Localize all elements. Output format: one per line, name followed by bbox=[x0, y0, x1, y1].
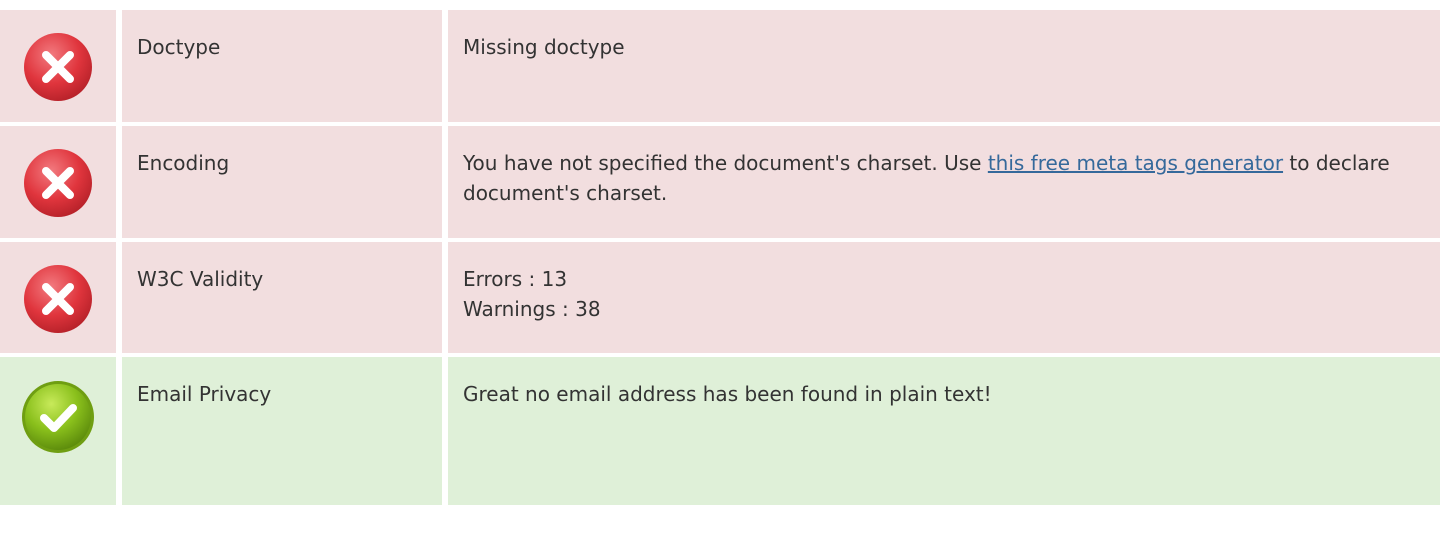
check-row-doctype: Doctype Missing doctype bbox=[0, 10, 1440, 122]
check-name: W3C Validity bbox=[122, 242, 442, 353]
error-x-icon bbox=[23, 148, 93, 238]
status-cell bbox=[0, 126, 116, 238]
check-row-w3c-validity: W3C Validity Errors : 13 Warnings : 38 bbox=[0, 242, 1440, 353]
success-check-icon bbox=[20, 379, 96, 505]
check-name: Email Privacy bbox=[122, 357, 442, 505]
error-x-icon bbox=[23, 264, 93, 353]
check-name: Doctype bbox=[122, 10, 442, 122]
check-value: You have not specified the document's ch… bbox=[448, 126, 1440, 238]
status-cell bbox=[0, 10, 116, 122]
check-row-email-privacy: Email Privacy Great no email address has… bbox=[0, 357, 1440, 505]
check-value: Missing doctype bbox=[448, 10, 1440, 122]
warnings-count: Warnings : 38 bbox=[463, 297, 601, 321]
errors-count: Errors : 13 bbox=[463, 267, 568, 291]
check-value: Errors : 13 Warnings : 38 bbox=[448, 242, 1440, 353]
status-cell bbox=[0, 357, 116, 505]
check-row-encoding: Encoding You have not specified the docu… bbox=[0, 126, 1440, 238]
value-text: You have not specified the document's ch… bbox=[463, 151, 988, 175]
check-name: Encoding bbox=[122, 126, 442, 238]
check-value: Great no email address has been found in… bbox=[448, 357, 1440, 505]
seo-checks-table: Doctype Missing doctype Encoding You hav… bbox=[0, 10, 1440, 505]
error-x-icon bbox=[23, 32, 93, 122]
meta-tags-generator-link[interactable]: this free meta tags generator bbox=[988, 151, 1283, 175]
status-cell bbox=[0, 242, 116, 353]
